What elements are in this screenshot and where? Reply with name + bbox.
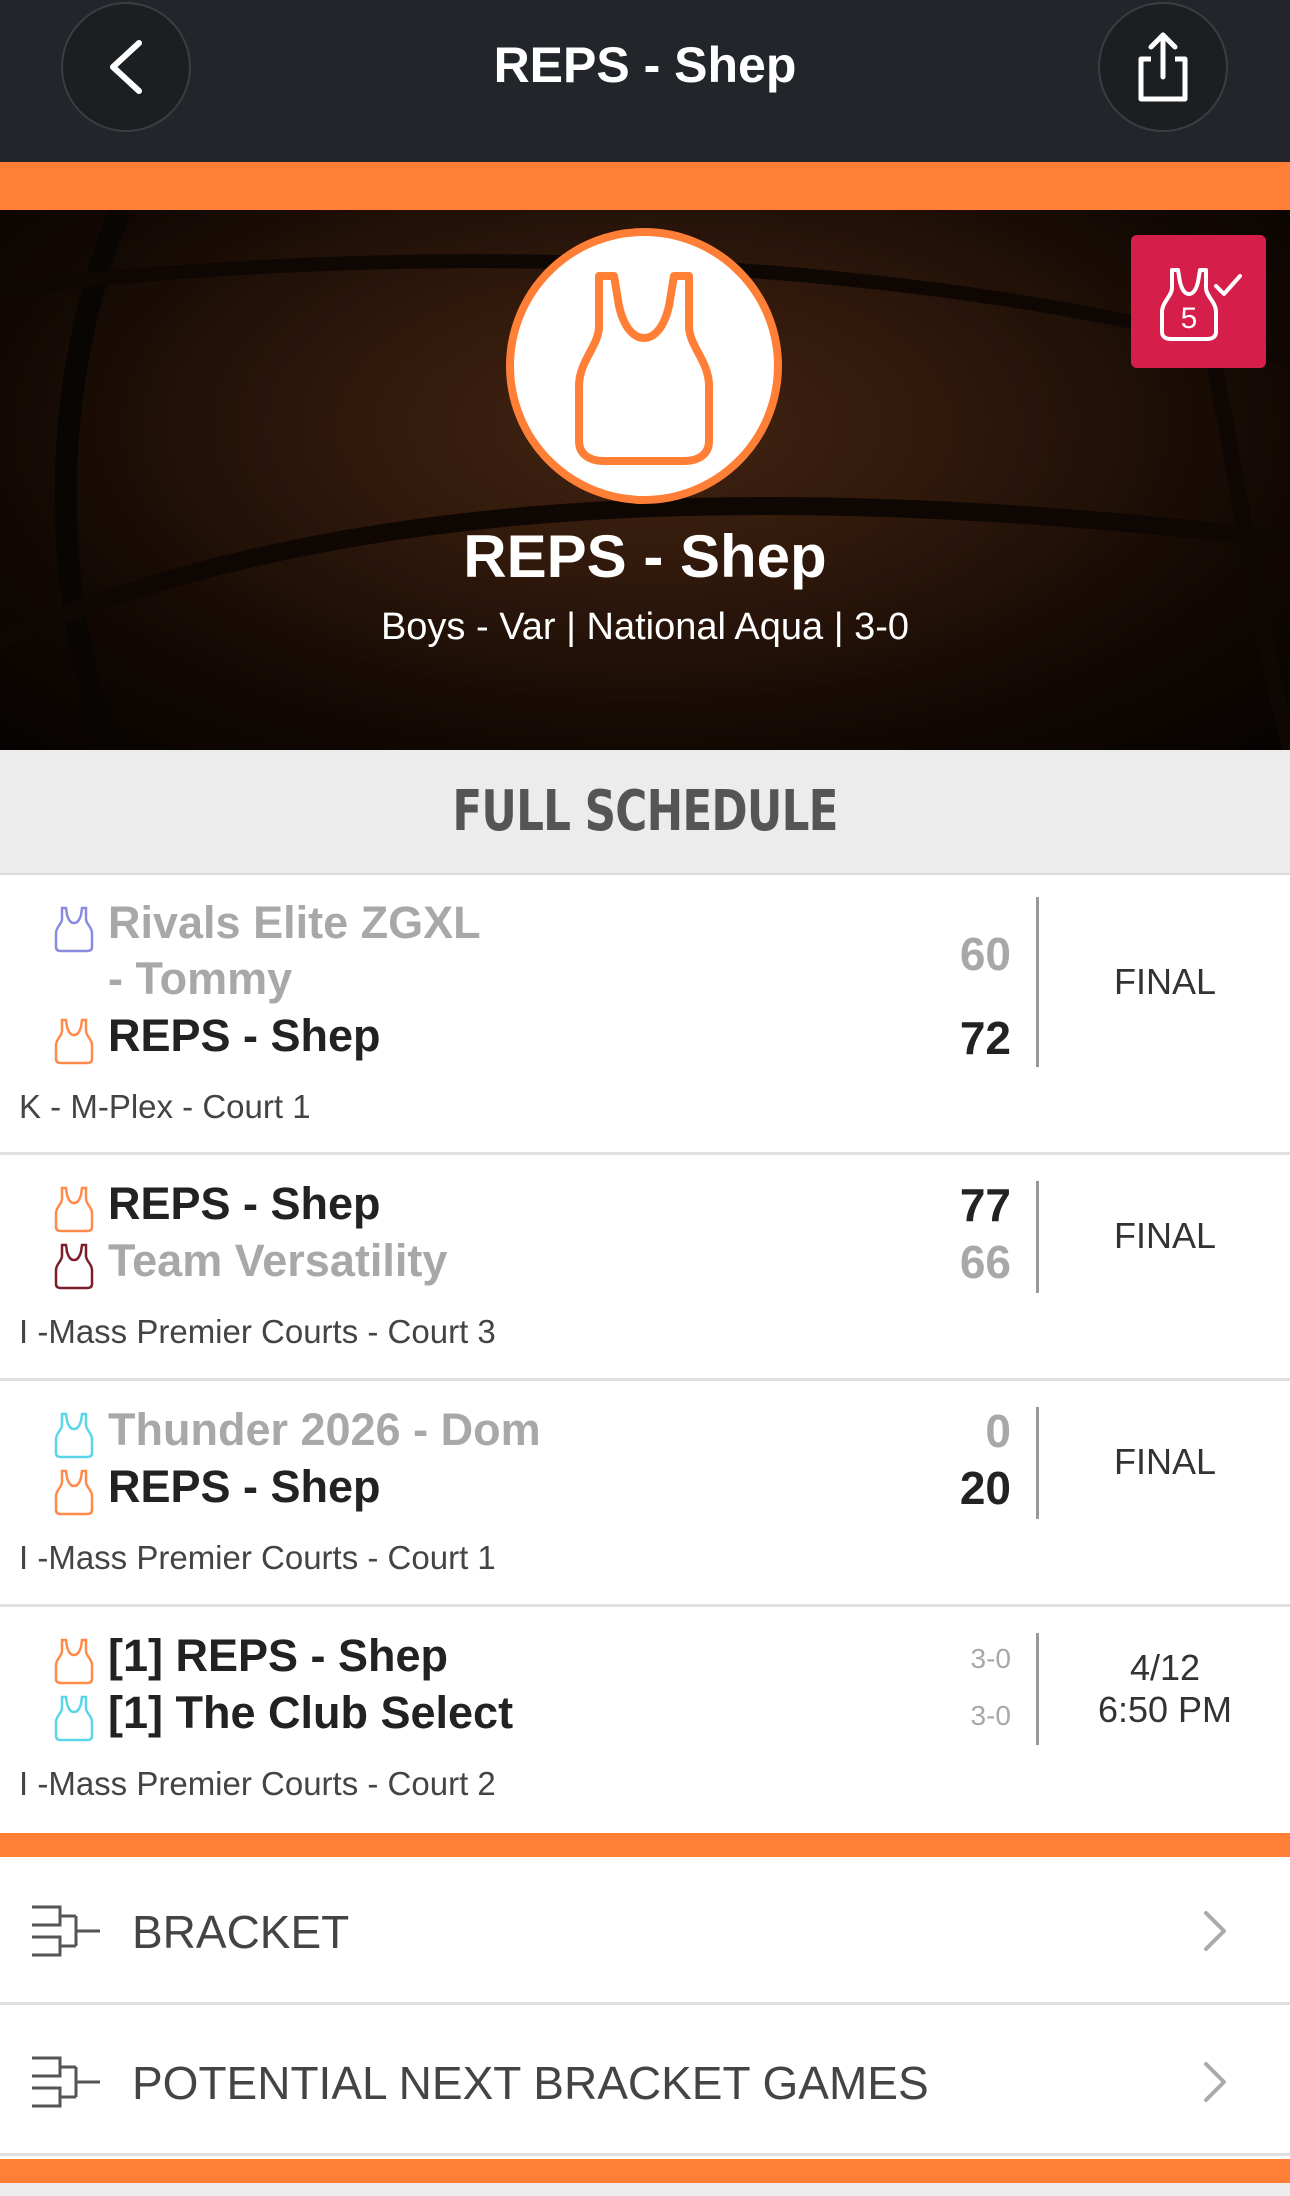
divider [1036,1181,1039,1293]
team1-name: [1] REPS - Shep [108,1630,449,1681]
game-location: K - M-Plex - Court 1 [19,1088,311,1125]
jersey-icon [54,1638,94,1685]
section-title: FULL SCHEDULE [452,779,838,844]
game-location: I -Mass Premier Courts - Court 1 [19,1539,496,1576]
team2-score: 66 [959,1236,1011,1288]
divider [1036,1633,1039,1745]
game-card[interactable]: REPS - Shep 77 Team Versatility 66 FINAL… [0,1155,1290,1381]
jersey-icon [54,906,94,953]
share-icon [1138,32,1188,102]
jersey-icon [54,1695,94,1742]
game-time: 6:50 PM [1097,1689,1233,1730]
potential-games-label: POTENTIAL NEXT BRACKET GAMES [132,2057,929,2109]
team2-score: 72 [959,1012,1011,1064]
team1-name-line2: - Tommy [108,953,293,1004]
game-status: FINAL [1113,1215,1217,1256]
team1-score: 0 [985,1405,1011,1457]
team1-score: 60 [959,928,1011,980]
chevron-right-icon [1204,2062,1226,2102]
team2-name: Team Versatility [108,1235,448,1286]
footer-strip [0,2183,1290,2196]
team-name: REPS - Shep [463,523,827,590]
game-location: I -Mass Premier Courts - Court 3 [19,1313,496,1350]
team1-score: 77 [959,1179,1011,1231]
team1-name-line1: Rivals Elite ZGXL [108,897,481,948]
game-status: FINAL [1113,1441,1217,1482]
team2-name: [1] The Club Select [108,1687,514,1738]
bracket-icon [32,2056,100,2108]
team-hero: 5 REPS - Shep Boys - Var | National Aqua… [0,210,1290,750]
divider [1036,897,1039,1067]
team2-name: REPS - Shep [108,1010,381,1061]
game-status: FINAL [1113,961,1217,1002]
jersey-icon [54,1412,94,1459]
game-date: 4/12 [1129,1647,1201,1688]
top-nav-bar: REPS - Shep [0,0,1290,162]
game-card[interactable]: Thunder 2026 - Dom 0 REPS - Shep 20 FINA… [0,1381,1290,1607]
share-button[interactable] [1098,2,1228,132]
accent-divider [0,1833,1290,1857]
team-logo [506,228,782,504]
bracket-link[interactable]: BRACKET [0,1857,1290,2005]
team1-name: Thunder 2026 - Dom [108,1404,541,1455]
bracket-label: BRACKET [132,1906,350,1958]
jersey-icon [54,1243,94,1290]
page-title: REPS - Shep [493,37,797,93]
game-location: I -Mass Premier Courts - Court 2 [19,1765,496,1802]
team2-score: 20 [959,1462,1011,1514]
team1-name: REPS - Shep [108,1178,381,1229]
jersey-check-icon: 5 [1159,267,1242,341]
team-division: Boys - Var | National Aqua | 3-0 [380,606,910,648]
potential-next-bracket-games-link[interactable]: POTENTIAL NEXT BRACKET GAMES [0,2008,1290,2156]
team1-record: 3-0 [970,1643,1011,1674]
team2-name: REPS - Shep [108,1461,381,1512]
divider [1036,1407,1039,1519]
game-card[interactable]: [1] REPS - Shep 3-0 [1] The Club Select … [0,1607,1290,1833]
badge-number: 5 [1180,302,1197,335]
accent-divider [0,2159,1290,2183]
accent-strip [0,162,1290,210]
jersey-icon [575,272,713,465]
jersey-icon [54,1018,94,1065]
bracket-icon [32,1905,100,1957]
jersey-icon [54,1469,94,1516]
full-schedule-header: FULL SCHEDULE [0,750,1290,875]
jersey-number-badge[interactable]: 5 [1131,235,1266,368]
team2-record: 3-0 [970,1700,1011,1731]
chevron-right-icon [1204,1911,1226,1951]
game-card[interactable]: Rivals Elite ZGXL - Tommy 60 REPS - Shep… [0,877,1290,1155]
jersey-icon [54,1186,94,1233]
